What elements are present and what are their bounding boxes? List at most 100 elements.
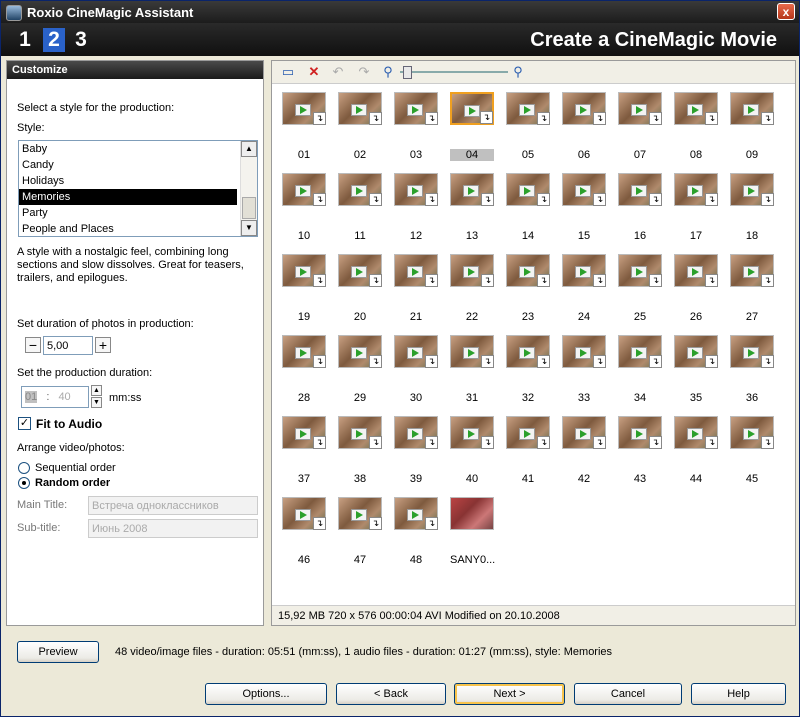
- media-item[interactable]: ↴ 13: [450, 173, 506, 246]
- media-thumbnail[interactable]: ↴: [394, 173, 438, 206]
- transition-icon[interactable]: ↴: [369, 112, 382, 125]
- media-item[interactable]: ↴ 20: [338, 254, 394, 327]
- media-thumbnail[interactable]: ↴: [338, 173, 382, 206]
- media-item[interactable]: ↴ 43: [618, 416, 674, 489]
- media-thumbnail[interactable]: ↴: [730, 254, 774, 287]
- media-item[interactable]: ↴ 30: [394, 335, 450, 408]
- transition-icon[interactable]: ↴: [481, 436, 494, 449]
- fit-to-audio-label[interactable]: Fit to Audio: [36, 417, 102, 431]
- random-label[interactable]: Random order: [35, 477, 110, 489]
- transition-icon[interactable]: ↴: [369, 517, 382, 530]
- random-radio[interactable]: [18, 477, 30, 489]
- transition-icon[interactable]: ↴: [649, 436, 662, 449]
- media-thumbnail[interactable]: ↴: [450, 335, 494, 368]
- media-thumbnail[interactable]: ↴: [562, 416, 606, 449]
- style-item-baby[interactable]: Baby: [19, 141, 237, 157]
- media-thumbnail[interactable]: ↴: [338, 92, 382, 125]
- duration-minutes[interactable]: 01: [25, 391, 38, 403]
- cancel-button[interactable]: Cancel: [574, 683, 682, 705]
- media-thumbnail[interactable]: ↴: [282, 254, 326, 287]
- decrease-duration-button[interactable]: −: [25, 337, 41, 353]
- step-3[interactable]: 3: [70, 28, 92, 52]
- transition-icon[interactable]: ↴: [593, 274, 606, 287]
- media-item[interactable]: ↴ 35: [674, 335, 730, 408]
- media-item[interactable]: ↴ 38: [338, 416, 394, 489]
- media-item[interactable]: ↴ 36: [730, 335, 786, 408]
- rotate-left-icon[interactable]: ↶: [330, 64, 346, 80]
- transition-icon[interactable]: ↴: [705, 436, 718, 449]
- media-item[interactable]: ↴ 34: [618, 335, 674, 408]
- transition-icon[interactable]: ↴: [705, 355, 718, 368]
- media-item[interactable]: ↴ 15: [562, 173, 618, 246]
- transition-icon[interactable]: ↴: [313, 436, 326, 449]
- media-item[interactable]: ↴ 41: [506, 416, 562, 489]
- transition-icon[interactable]: ↴: [705, 274, 718, 287]
- transition-icon[interactable]: ↴: [313, 274, 326, 287]
- transition-icon[interactable]: ↴: [537, 112, 550, 125]
- transition-icon[interactable]: ↴: [313, 112, 326, 125]
- media-thumbnail[interactable]: [450, 497, 494, 530]
- media-thumbnail[interactable]: ↴: [562, 173, 606, 206]
- transition-icon[interactable]: ↴: [369, 274, 382, 287]
- transition-icon[interactable]: ↴: [369, 355, 382, 368]
- media-item[interactable]: ↴ 09: [730, 92, 786, 165]
- media-thumbnail[interactable]: ↴: [282, 497, 326, 530]
- transition-icon[interactable]: ↴: [593, 436, 606, 449]
- help-button[interactable]: Help: [691, 683, 786, 705]
- transition-icon[interactable]: ↴: [313, 517, 326, 530]
- media-thumbnail[interactable]: ↴: [506, 92, 550, 125]
- media-thumbnail[interactable]: ↴: [730, 416, 774, 449]
- media-item[interactable]: ↴ 24: [562, 254, 618, 327]
- fit-to-audio-checkbox[interactable]: ✓: [18, 417, 31, 430]
- transition-icon[interactable]: ↴: [481, 274, 494, 287]
- duration-seconds[interactable]: 40: [58, 391, 70, 403]
- media-thumbnail[interactable]: ↴: [394, 335, 438, 368]
- media-thumbnail[interactable]: ↴: [282, 173, 326, 206]
- media-thumbnail[interactable]: ↴: [562, 92, 606, 125]
- media-item[interactable]: ↴ 08: [674, 92, 730, 165]
- media-thumbnail[interactable]: ↴: [674, 173, 718, 206]
- transition-icon[interactable]: ↴: [425, 355, 438, 368]
- media-item[interactable]: ↴ 05: [506, 92, 562, 165]
- media-thumbnail[interactable]: ↴: [450, 254, 494, 287]
- transition-icon[interactable]: ↴: [537, 274, 550, 287]
- duration-up-icon[interactable]: ▲: [91, 385, 102, 396]
- close-button[interactable]: x: [777, 3, 795, 20]
- photo-duration-input[interactable]: 5,00: [43, 336, 93, 355]
- main-title-input[interactable]: Встреча одноклассников: [88, 496, 258, 515]
- media-thumbnail[interactable]: ↴: [506, 254, 550, 287]
- media-thumbnail[interactable]: ↴: [450, 173, 494, 206]
- transition-icon[interactable]: ↴: [369, 436, 382, 449]
- style-item-memories[interactable]: Memories: [19, 189, 237, 205]
- media-thumbnail[interactable]: ↴: [394, 416, 438, 449]
- media-item[interactable]: ↴ 26: [674, 254, 730, 327]
- media-item[interactable]: ↴ 31: [450, 335, 506, 408]
- media-thumbnail[interactable]: ↴: [338, 497, 382, 530]
- transition-icon[interactable]: ↴: [761, 355, 774, 368]
- media-item[interactable]: ↴ 25: [618, 254, 674, 327]
- scroll-up-icon[interactable]: ▲: [241, 141, 257, 157]
- media-thumbnail[interactable]: ↴: [506, 173, 550, 206]
- media-item[interactable]: ↴ 11: [338, 173, 394, 246]
- style-item-holidays[interactable]: Holidays: [19, 173, 237, 189]
- media-item[interactable]: ↴ 27: [730, 254, 786, 327]
- media-thumbnail[interactable]: ↴: [282, 335, 326, 368]
- transition-icon[interactable]: ↴: [593, 193, 606, 206]
- step-2[interactable]: 2: [43, 28, 65, 52]
- media-item[interactable]: ↴ 45: [730, 416, 786, 489]
- transition-icon[interactable]: ↴: [761, 193, 774, 206]
- media-thumbnail[interactable]: ↴: [674, 335, 718, 368]
- media-thumbnail[interactable]: ↴: [674, 92, 718, 125]
- transition-icon[interactable]: ↴: [705, 193, 718, 206]
- zoom-in-icon[interactable]: ⚲: [510, 64, 526, 80]
- media-item[interactable]: ↴ 33: [562, 335, 618, 408]
- monitor-icon[interactable]: ▭: [280, 64, 296, 80]
- media-thumbnail[interactable]: ↴: [394, 92, 438, 125]
- media-item[interactable]: ↴ 10: [282, 173, 338, 246]
- media-item[interactable]: ↴ 46: [282, 497, 338, 570]
- transition-icon[interactable]: ↴: [480, 111, 493, 124]
- media-thumbnail[interactable]: ↴: [506, 335, 550, 368]
- transition-icon[interactable]: ↴: [705, 112, 718, 125]
- media-item[interactable]: ↴ 22: [450, 254, 506, 327]
- subtitle-input[interactable]: Июнь 2008: [88, 519, 258, 538]
